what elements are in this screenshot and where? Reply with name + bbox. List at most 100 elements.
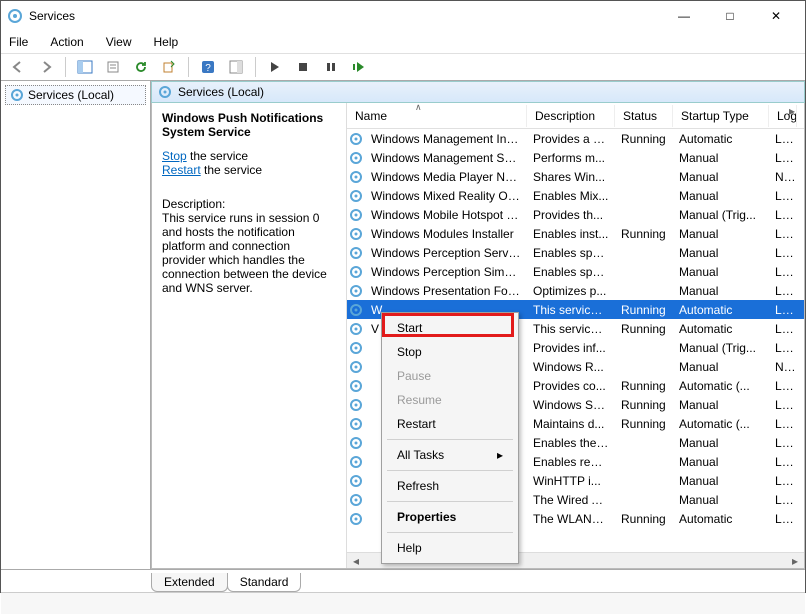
context-menu-restart[interactable]: Restart	[385, 412, 515, 436]
toolbar: ?	[1, 53, 805, 81]
cell-description: Performs m...	[527, 151, 615, 165]
selected-service-name: Windows Push Notifications System Servic…	[162, 111, 336, 139]
description-label: Description:	[162, 197, 336, 211]
cell-startup-type: Manual	[673, 436, 769, 450]
cell-description: Optimizes p...	[527, 284, 615, 298]
console-tree[interactable]: Services (Local)	[1, 81, 151, 569]
service-row[interactable]: Windows Mobile Hotspot S...Provides th..…	[347, 205, 804, 224]
cell-startup-type: Manual	[673, 455, 769, 469]
pause-service-button[interactable]	[320, 56, 342, 78]
column-header-status[interactable]: Status	[615, 105, 673, 127]
column-header-description[interactable]: Description	[527, 105, 615, 127]
gear-icon	[347, 208, 365, 222]
gear-icon	[347, 132, 365, 146]
cell-log-on-as: Net	[769, 360, 797, 374]
cell-status: Running	[615, 322, 673, 336]
cell-status: Running	[615, 398, 673, 412]
stop-service-button[interactable]	[292, 56, 314, 78]
forward-button[interactable]	[35, 56, 57, 78]
menu-action[interactable]: Action	[46, 33, 87, 51]
show-hide-tree-button[interactable]	[74, 56, 96, 78]
cell-startup-type: Automatic	[673, 512, 769, 526]
service-row[interactable]: Windows Management Ser...Performs m...Ma…	[347, 148, 804, 167]
cell-name: Windows Management Inst...	[365, 132, 527, 146]
gear-icon	[347, 151, 365, 165]
cell-log-on-as: Loc	[769, 265, 797, 279]
cell-description: Provides th...	[527, 208, 615, 222]
cell-description: Enables inst...	[527, 227, 615, 241]
gear-icon	[347, 417, 365, 431]
toolbar-separator	[65, 57, 66, 77]
context-menu-resume: Resume	[385, 388, 515, 412]
cell-name: Windows Presentation Fou...	[365, 284, 527, 298]
service-row[interactable]: Windows Modules InstallerEnables inst...…	[347, 224, 804, 243]
tree-node-services-local[interactable]: Services (Local)	[5, 85, 146, 105]
back-button[interactable]	[7, 56, 29, 78]
tab-extended[interactable]: Extended	[151, 573, 228, 592]
toolbar-separator	[255, 57, 256, 77]
tab-standard[interactable]: Standard	[227, 573, 302, 592]
cell-description: Enables spa...	[527, 265, 615, 279]
restart-service-link[interactable]: Restart	[162, 163, 201, 177]
gear-icon	[10, 88, 24, 102]
cell-log-on-as: Loc	[769, 493, 797, 507]
cell-log-on-as: Net	[769, 170, 797, 184]
maximize-button[interactable]: □	[707, 1, 753, 31]
view-tabs: Extended Standard	[1, 570, 805, 592]
cell-startup-type: Automatic (...	[673, 417, 769, 431]
context-menu-stop[interactable]: Stop	[385, 340, 515, 364]
cell-status: Running	[615, 132, 673, 146]
context-menu-properties[interactable]: Properties	[385, 505, 515, 529]
cell-startup-type: Manual	[673, 360, 769, 374]
service-row[interactable]: Windows Perception ServiceEnables spa...…	[347, 243, 804, 262]
action-pane-button[interactable]	[225, 56, 247, 78]
context-menu-separator	[387, 532, 513, 533]
service-row[interactable]: Windows Media Player Net...Shares Win...…	[347, 167, 804, 186]
cell-status: Running	[615, 227, 673, 241]
context-menu-all-tasks[interactable]: All Tasks▸	[385, 443, 515, 467]
cell-log-on-as: Loc	[769, 227, 797, 241]
column-header-startup-type[interactable]: Startup Type	[673, 105, 769, 127]
cell-startup-type: Manual	[673, 265, 769, 279]
cell-startup-type: Manual	[673, 189, 769, 203]
context-menu-help[interactable]: Help	[385, 536, 515, 560]
gear-icon	[347, 227, 365, 241]
service-row[interactable]: Windows Perception Simul...Enables spa..…	[347, 262, 804, 281]
menu-view[interactable]: View	[102, 33, 136, 51]
menu-bar: File Action View Help	[1, 31, 805, 53]
service-row[interactable]: Windows Management Inst...Provides a c..…	[347, 129, 804, 148]
gear-icon	[347, 170, 365, 184]
stop-service-link[interactable]: Stop	[162, 149, 187, 163]
cell-description: Windows Se...	[527, 398, 615, 412]
context-menu-separator	[387, 470, 513, 471]
menu-file[interactable]: File	[5, 33, 32, 51]
close-button[interactable]: ✕	[753, 1, 799, 31]
service-row[interactable]: Windows Mixed Reality Op...Enables Mix..…	[347, 186, 804, 205]
context-menu-refresh[interactable]: Refresh	[385, 474, 515, 498]
cell-startup-type: Manual	[673, 398, 769, 412]
context-menu-pause: Pause	[385, 364, 515, 388]
menu-help[interactable]: Help	[150, 33, 183, 51]
restart-service-button[interactable]	[348, 56, 370, 78]
context-menu: Start Stop Pause Resume Restart All Task…	[381, 312, 519, 564]
cell-log-on-as: Loc	[769, 189, 797, 203]
start-service-button[interactable]	[264, 56, 286, 78]
refresh-button[interactable]	[130, 56, 152, 78]
export-list-button[interactable]	[158, 56, 180, 78]
cell-startup-type: Manual (Trig...	[673, 341, 769, 355]
cell-startup-type: Manual	[673, 151, 769, 165]
help-button[interactable]: ?	[197, 56, 219, 78]
properties-button[interactable]	[102, 56, 124, 78]
gear-icon	[347, 455, 365, 469]
context-menu-start[interactable]: Start	[385, 316, 515, 340]
scroll-right-icon[interactable]: ▸	[788, 554, 802, 568]
cell-name: Windows Modules Installer	[365, 227, 527, 241]
minimize-button[interactable]: —	[661, 1, 707, 31]
svg-text:?: ?	[205, 63, 211, 74]
cell-description: This service ...	[527, 303, 615, 317]
service-row[interactable]: Windows Presentation Fou...Optimizes p..…	[347, 281, 804, 300]
column-header-name[interactable]: Name	[347, 105, 527, 127]
header-overflow-icon[interactable]: ▸	[789, 104, 803, 118]
cell-startup-type: Manual	[673, 493, 769, 507]
scroll-left-icon[interactable]: ◂	[349, 554, 363, 568]
